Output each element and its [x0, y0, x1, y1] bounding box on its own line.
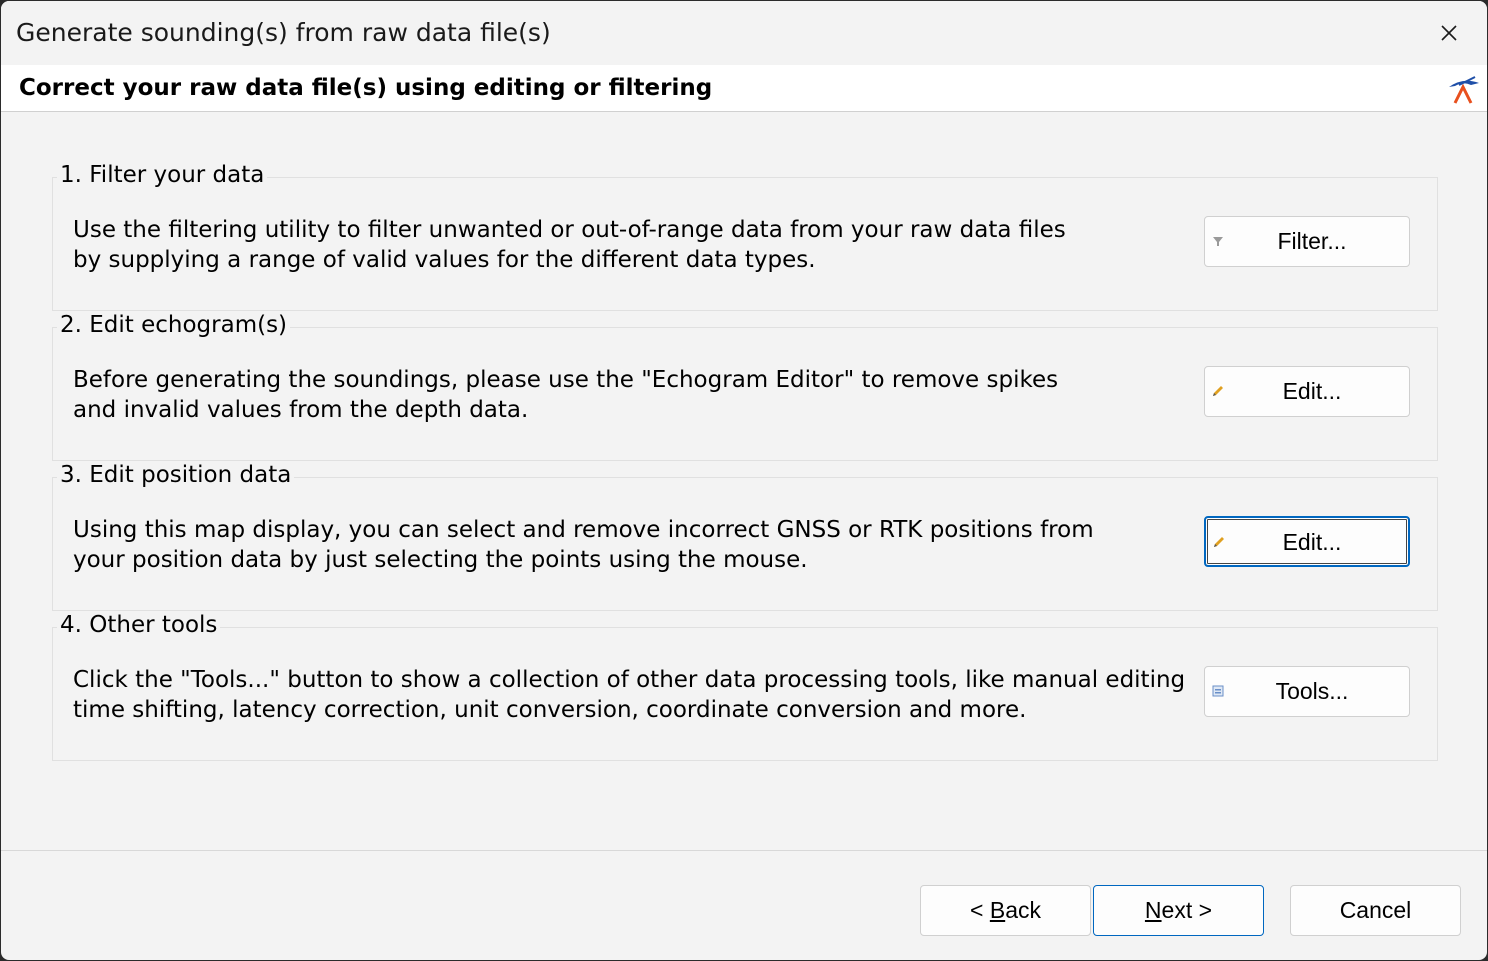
edit-echogram-group: 2. Edit echogram(s) Before generating th… [52, 312, 1438, 461]
filter-button[interactable]: Filter... [1204, 216, 1410, 267]
group-description: Use the filtering utility to filter unwa… [73, 217, 1066, 273]
edit-echogram-button[interactable]: Edit... [1204, 366, 1410, 417]
cancel-button[interactable]: Cancel [1290, 885, 1461, 936]
close-icon [1441, 25, 1457, 41]
group-description: Before generating the soundings, please … [73, 367, 1059, 423]
window-title: Generate sounding(s) from raw data file(… [16, 18, 551, 47]
edit-position-button[interactable]: Edit... [1204, 516, 1410, 567]
wizard-step-title: Correct your raw data file(s) using edit… [19, 75, 713, 101]
group-title: 2. Edit echogram(s) [57, 312, 291, 338]
wizard-header: Correct your raw data file(s) using edit… [1, 65, 1487, 112]
title-bar: Generate sounding(s) from raw data file(… [1, 1, 1487, 65]
group-title: 1. Filter your data [57, 162, 268, 188]
tools-button[interactable]: Tools... [1204, 666, 1410, 717]
app-logo-icon [1449, 76, 1479, 104]
group-description: Click the "Tools..." button to show a co… [73, 667, 1186, 723]
wizard-window: Generate sounding(s) from raw data file(… [1, 1, 1487, 960]
group-title: 4. Other tools [57, 612, 221, 638]
group-title: 3. Edit position data [57, 462, 295, 488]
edit-position-group: 3. Edit position data Using this map dis… [52, 462, 1438, 611]
footer-divider [1, 850, 1487, 851]
group-description: Using this map display, you can select a… [73, 517, 1094, 573]
next-button[interactable]: Next > [1093, 885, 1264, 936]
filter-group: 1. Filter your data Use the filtering ut… [52, 162, 1438, 311]
close-button[interactable] [1419, 9, 1479, 57]
back-button[interactable]: < Back [920, 885, 1091, 936]
other-tools-group: 4. Other tools Click the "Tools..." butt… [52, 612, 1438, 761]
